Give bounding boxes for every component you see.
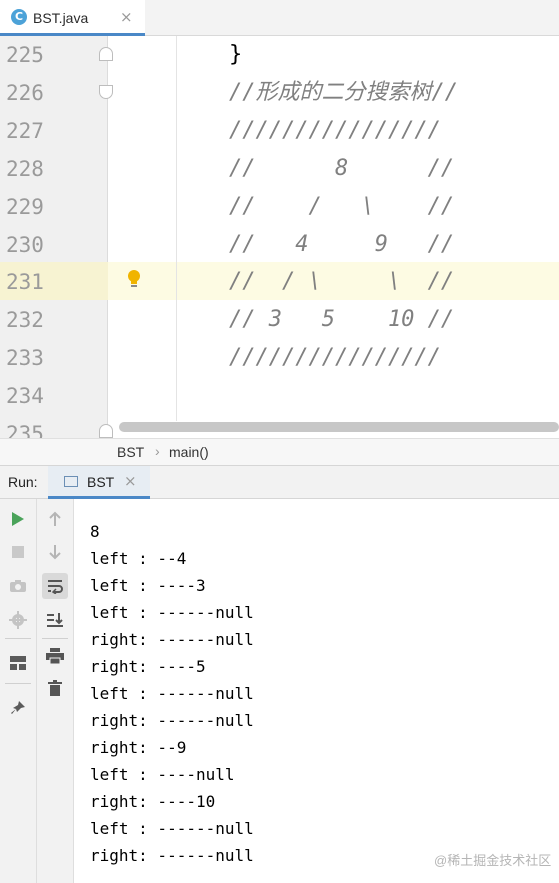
comment-line: // 3 5 10 // [229,307,455,332]
toolbar-divider [5,638,31,639]
settings-icon[interactable] [5,607,31,633]
console-line: right: ------null [90,711,254,730]
print-icon[interactable] [42,643,68,669]
scroll-to-end-icon[interactable] [42,607,68,633]
console-line: left : ----null [90,765,235,784]
line-number: 230 [6,233,44,257]
arrow-up-icon[interactable] [42,506,68,532]
console-line: 8 [90,522,100,541]
fold-end-icon[interactable] [99,47,113,61]
run-toolbar-left [0,499,37,883]
breadcrumb-item-method[interactable]: main() [169,444,209,460]
console-output[interactable]: 8 left : --4 left : ----3 left : ------n… [74,499,559,883]
run-tab-title: BST [87,474,115,490]
horizontal-scrollbar[interactable] [119,422,559,432]
console-line: right: ------null [90,630,254,649]
line-number: 229 [6,195,44,219]
console-line: left : --4 [90,549,187,568]
comment-line: //形成的二分搜索树// [229,80,458,105]
camera-icon[interactable] [5,573,31,599]
console-line: left : ----3 [90,576,206,595]
line-number: 235 [6,422,44,438]
console-line: right: --9 [90,738,187,757]
breadcrumb: BST › main() [0,438,559,465]
fold-end-icon[interactable] [99,424,113,438]
console-line: right: ----10 [90,792,216,811]
chevron-right-icon: › [155,443,160,459]
code-line: } [229,42,243,67]
line-number: 231 [6,270,44,294]
comment-line: //////////////// [229,345,441,370]
console-line: left : ------null [90,819,254,838]
lightbulb-icon[interactable] [127,269,141,289]
comment-line: // / \ \ // [229,269,455,294]
line-number: 234 [6,384,44,408]
watermark: @稀土掘金技术社区 [434,853,552,868]
layout-icon[interactable] [5,650,31,676]
run-tool-window-header: Run: BST × [0,465,559,499]
arrow-down-icon[interactable] [42,539,68,565]
console-line: left : ------null [90,603,254,622]
close-icon[interactable]: × [124,472,137,490]
editor-tab-bar: C BST.java × [0,0,559,36]
pin-icon[interactable] [5,695,31,721]
line-number: 228 [6,157,44,181]
line-number: 232 [6,308,44,332]
comment-line: // / \ // [229,194,455,219]
console-line: left : ------null [90,684,254,703]
line-number: 225 [6,43,44,67]
line-number: 233 [6,346,44,370]
stop-icon[interactable] [5,539,31,565]
line-number: 226 [6,81,44,105]
comment-line: //////////////// [229,118,441,143]
run-icon[interactable] [5,506,31,532]
tab-title: BST.java [33,10,89,26]
toolbar-divider [5,683,31,684]
run-label: Run: [8,474,38,490]
breadcrumb-item-class[interactable]: BST [117,444,144,460]
fold-start-icon[interactable] [99,85,113,99]
java-class-icon: C [11,9,27,25]
trash-icon[interactable] [42,675,68,701]
line-number: 227 [6,119,44,143]
console-line: right: ----5 [90,657,206,676]
console-icon [64,476,78,487]
tab-bst-java[interactable]: C BST.java × [0,0,145,36]
comment-line: // 4 9 // [229,232,455,257]
run-toolbar-right [37,499,74,883]
console-line: right: ------null [90,846,254,865]
toolbar-divider [42,638,68,639]
indent-guide [176,36,177,421]
close-icon[interactable]: × [120,8,133,26]
soft-wrap-icon[interactable] [42,573,68,599]
code-editor[interactable]: 225 226 227 228 229 230 231 232 233 234 … [0,36,559,438]
tab-run-bst[interactable]: BST × [48,466,150,499]
comment-line: // 8 // [229,156,455,181]
